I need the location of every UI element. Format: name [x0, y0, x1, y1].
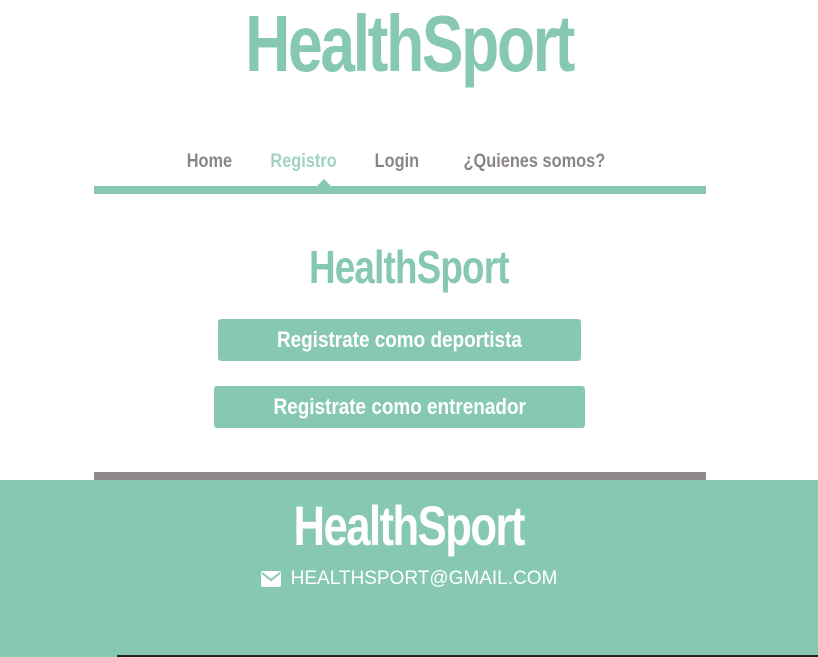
footer-title-text: HealthSport: [293, 494, 526, 557]
page: HealthSport Home Registro Login ¿Quienes…: [0, 0, 818, 657]
footer-email-link[interactable]: HEALTHSPORT@GMAIL.COM: [291, 568, 558, 590]
nav-item-quienes-somos[interactable]: ¿Quienes somos?: [463, 140, 605, 184]
site-logo[interactable]: HealthSport: [0, 0, 818, 110]
footer-contact: HEALTHSPORT@GMAIL.COM: [0, 568, 818, 590]
register-athlete-button[interactable]: Registrate como deportista: [218, 319, 581, 361]
envelope-icon: [260, 571, 281, 587]
page-title: HealthSport: [0, 244, 818, 290]
nav-item-registro[interactable]: Registro: [271, 140, 337, 184]
register-athlete-label: Registrate como deportista: [277, 327, 522, 352]
nav-item-home[interactable]: Home: [187, 140, 232, 184]
register-coach-button[interactable]: Registrate como entrenador: [214, 386, 585, 428]
page-title-text: HealthSport: [309, 241, 510, 293]
footer-title: HealthSport: [0, 498, 818, 554]
nav-items: Home Registro Login ¿Quienes somos?: [94, 140, 706, 184]
footer: HealthSport HEALTHSPORT@GMAIL.COM: [0, 480, 818, 657]
nav-underline-bar: [94, 186, 706, 194]
site-logo-text[interactable]: HealthSport: [245, 4, 575, 84]
main-nav: Home Registro Login ¿Quienes somos?: [94, 140, 706, 194]
register-coach-label: Registrate como entrenador: [273, 394, 526, 419]
nav-item-login[interactable]: Login: [375, 140, 419, 184]
